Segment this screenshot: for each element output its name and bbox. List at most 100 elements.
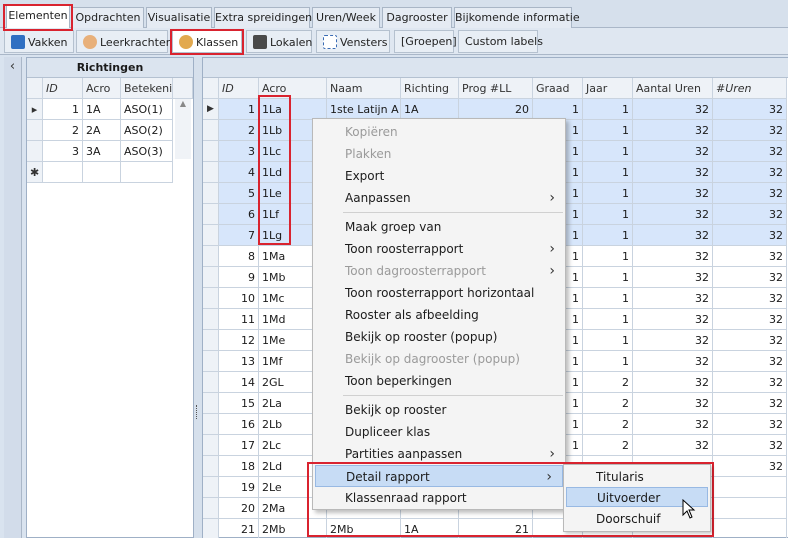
cell-id[interactable]: 21 [219, 519, 259, 538]
cell-id[interactable]: 18 [219, 456, 259, 477]
cell-uren[interactable]: 32 [713, 141, 787, 162]
cell-jaar[interactable]: 1 [583, 204, 633, 225]
row-indicator[interactable] [203, 141, 219, 162]
cell-aantal[interactable]: 32 [633, 162, 713, 183]
cell-jaar[interactable]: 2 [583, 372, 633, 393]
cell-uren[interactable]: 32 [713, 456, 787, 477]
cell-aantal[interactable]: 32 [633, 351, 713, 372]
column-header-uren[interactable]: #Uren [713, 78, 787, 99]
row-indicator[interactable] [203, 183, 219, 204]
cell-uren[interactable]: 32 [713, 414, 787, 435]
cell-aantal[interactable]: 32 [633, 435, 713, 456]
tab-opdrachten[interactable]: Opdrachten [72, 7, 144, 28]
column-header-prog[interactable]: Prog #LL [459, 78, 533, 99]
cell-id[interactable]: 13 [219, 351, 259, 372]
subtab-vensters[interactable]: Vensters [316, 30, 390, 53]
tab-bijkomende-informatie[interactable]: Bijkomende informatie [454, 7, 580, 28]
cell-naam[interactable]: 2Mb [327, 519, 401, 538]
cell-jaar[interactable]: 1 [583, 246, 633, 267]
cell-jaar[interactable]: 1 [583, 120, 633, 141]
cell-uren[interactable]: 32 [713, 162, 787, 183]
row-indicator[interactable] [203, 267, 219, 288]
cell-id[interactable]: 17 [219, 435, 259, 456]
menu-item-rooster-als-afbeelding[interactable]: Rooster als afbeelding [313, 304, 565, 326]
cell-uren[interactable]: 32 [713, 246, 787, 267]
row-indicator[interactable] [27, 141, 43, 162]
cell-acro[interactable]: 2A [83, 120, 121, 141]
subtab-vakken[interactable]: Vakken [4, 30, 74, 53]
row-indicator[interactable] [203, 246, 219, 267]
cell-jaar[interactable]: 1 [583, 99, 633, 120]
cell-aantal[interactable]: 32 [633, 288, 713, 309]
collapse-arrow-icon[interactable]: ‹ [4, 59, 21, 74]
cell-id[interactable]: 15 [219, 393, 259, 414]
cell-acro[interactable]: 1A [83, 99, 121, 120]
cell-richting[interactable]: 1A [401, 99, 459, 120]
cell-id[interactable]: 4 [219, 162, 259, 183]
cell-acro[interactable]: 2Mb [259, 519, 327, 538]
column-header-jaar[interactable]: Jaar [583, 78, 633, 99]
column-header-id[interactable]: ID [219, 78, 259, 99]
collapse-strip[interactable]: ‹ [4, 57, 22, 538]
cell-id[interactable]: 11 [219, 309, 259, 330]
row-indicator[interactable] [203, 225, 219, 246]
menu-item-partities-aanpassen[interactable]: Partities aanpassen › [313, 443, 565, 465]
cell-aantal[interactable]: 32 [633, 225, 713, 246]
new-cell[interactable] [121, 162, 173, 183]
row-indicator[interactable]: ▸ [27, 99, 43, 120]
menu-item-toon-beperkingen[interactable]: Toon beperkingen [313, 370, 565, 392]
row-indicator[interactable] [203, 351, 219, 372]
cell-uren[interactable]: 32 [713, 288, 787, 309]
cell-jaar[interactable]: 1 [583, 351, 633, 372]
cell-id[interactable]: 14 [219, 372, 259, 393]
subtab-leerkrachten[interactable]: Leerkrachten [76, 30, 173, 53]
column-header-acro[interactable]: Acro [259, 78, 327, 99]
cell-graad[interactable]: 1 [533, 99, 583, 120]
cell-id[interactable]: 7 [219, 225, 259, 246]
cell-aantal[interactable]: 32 [633, 120, 713, 141]
subtab-custom-labels[interactable]: Custom labels [458, 30, 543, 53]
tab-dagrooster[interactable]: Dagrooster [382, 7, 452, 28]
menu-item-klassenraad-rapport[interactable]: Klassenraad rapport [313, 487, 565, 509]
subtab-lokalen[interactable]: Lokalen [246, 30, 312, 53]
column-header-graad[interactable]: Graad [533, 78, 583, 99]
cell-aantal[interactable]: 32 [633, 309, 713, 330]
cell-jaar[interactable]: 2 [583, 393, 633, 414]
row-indicator[interactable] [203, 498, 219, 519]
tab-extra-spreidingen[interactable]: Extra spreidingen [214, 7, 312, 28]
cell-jaar[interactable]: 1 [583, 288, 633, 309]
menu-item-detail-rapport[interactable]: Detail rapport › [315, 465, 563, 487]
cell-id[interactable]: 2 [43, 120, 83, 141]
cell-jaar[interactable]: 2 [583, 435, 633, 456]
cell-id[interactable]: 3 [43, 141, 83, 162]
cell-aantal[interactable]: 32 [633, 246, 713, 267]
new-row-indicator[interactable]: ✱ [27, 162, 43, 183]
menu-item-bekijk-op-rooster-popup[interactable]: Bekijk op rooster (popup) [313, 326, 565, 348]
row-indicator[interactable] [203, 372, 219, 393]
cell-uren[interactable]: 32 [713, 183, 787, 204]
cell-jaar[interactable]: 1 [583, 309, 633, 330]
cell-acro[interactable]: 3A [83, 141, 121, 162]
cell-jaar[interactable]: 1 [583, 162, 633, 183]
row-indicator[interactable] [203, 288, 219, 309]
cell-prog[interactable]: 21 [459, 519, 533, 538]
cell-betekenis[interactable]: ASO(1) [121, 99, 173, 120]
scrollbar[interactable]: ▲ [175, 99, 191, 159]
cell-acro[interactable]: 1La [259, 99, 327, 120]
row-indicator[interactable] [203, 456, 219, 477]
cell-uren[interactable]: 32 [713, 372, 787, 393]
menu-item-toon-roosterrapport-horizontaal[interactable]: Toon roosterrapport horizontaal [313, 282, 565, 304]
row-indicator[interactable] [203, 477, 219, 498]
row-indicator[interactable] [203, 120, 219, 141]
tab-visualisatie[interactable]: Visualisatie [146, 7, 212, 28]
submenu-item-titularis[interactable]: Titularis [566, 467, 708, 487]
cell-uren[interactable]: 32 [713, 204, 787, 225]
menu-item-maak-groep-van[interactable]: Maak groep van [313, 216, 565, 238]
cell-aantal[interactable]: 32 [633, 99, 713, 120]
cell-uren[interactable] [713, 519, 787, 538]
cell-jaar[interactable]: 1 [583, 267, 633, 288]
cell-uren[interactable]: 32 [713, 330, 787, 351]
cell-aantal[interactable]: 32 [633, 267, 713, 288]
cell-uren[interactable]: 32 [713, 120, 787, 141]
cell-uren[interactable]: 32 [713, 309, 787, 330]
